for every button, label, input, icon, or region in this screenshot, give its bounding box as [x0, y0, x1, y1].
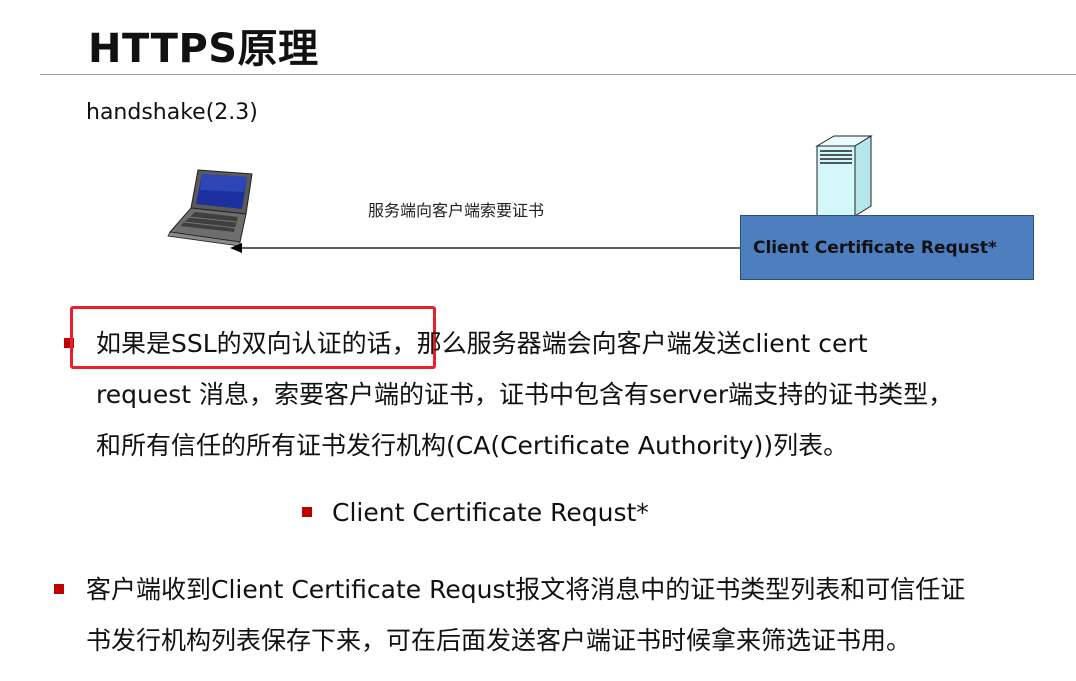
bullet-marker [54, 584, 64, 594]
sub-bullet-marker [302, 507, 312, 517]
laptop-icon [167, 169, 253, 247]
highlighted-phrase: 如果是SSL的双向认证的话 [96, 329, 392, 358]
bullet-2-line-1: 客户端收到Client Certificate Requst报文将消息中的证书类… [86, 575, 966, 604]
bullet-1-line-1: 如果是SSL的双向认证的话，那么服务器端会向客户端发送client cert [96, 318, 868, 369]
sub-bullet-label: Client Certificate Requst* [332, 498, 649, 527]
bullet-1-line-1-rest: ，那么服务器端会向客户端发送client cert [391, 329, 868, 358]
arrow-caption: 服务端向客户端索要证书 [368, 201, 545, 220]
bullet-1-line-3: 和所有信任的所有证书发行机构(CA(Certificate Authority)… [96, 431, 849, 460]
client-certificate-request-box: Client Certificate Requst* [740, 215, 1034, 280]
bullet-1-line-2: request 消息，索要客户端的证书，证书中包含有server端支持的证书类型… [96, 380, 954, 409]
server-icon [815, 135, 873, 217]
bullet-2-line-2: 书发行机构列表保存下来，可在后面发送客户端证书时候拿来筛选证书用。 [86, 626, 912, 655]
request-arrow [230, 243, 740, 253]
